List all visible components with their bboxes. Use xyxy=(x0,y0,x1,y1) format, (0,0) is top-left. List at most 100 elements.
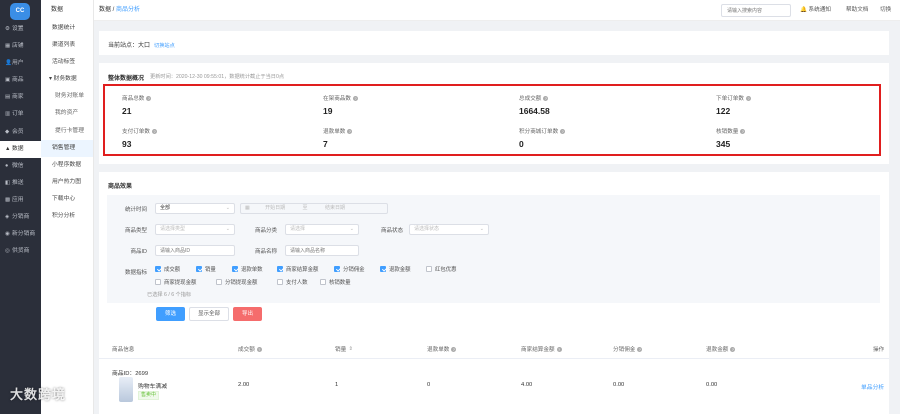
system-notice-label: 系统通知 xyxy=(808,7,831,13)
product-name[interactable]: 购物车满减 xyxy=(138,381,167,390)
nav-item-1[interactable]: ▦ 店铺 xyxy=(0,38,41,55)
help-icon[interactable]: ? xyxy=(347,129,353,135)
help-icon[interactable]: ? xyxy=(637,347,643,353)
nav-item-3[interactable]: ▣ 商品 xyxy=(0,72,41,89)
selected-metric-count: 已选择 6 / 6 个指标 xyxy=(147,292,192,298)
sub-nav-item-7[interactable]: 销售管理 xyxy=(41,139,93,157)
help-docs-link[interactable]: 帮助文档 xyxy=(846,0,868,21)
metric-label: 在架商品数? xyxy=(323,94,358,102)
nav-item-9[interactable]: ◧ 推送 xyxy=(0,175,41,192)
help-icon[interactable]: ? xyxy=(730,347,736,353)
checkbox-icon xyxy=(232,265,238,272)
date-range-picker[interactable]: ▦ 开始日期 至 结束日期 xyxy=(240,203,388,214)
checkbox-label: 退款单数 xyxy=(241,267,263,273)
product-id-input[interactable] xyxy=(155,245,235,256)
nav-item-0[interactable]: ⚙ 设置 xyxy=(0,21,41,38)
cell-refunds: 0 xyxy=(427,382,431,388)
switch-station-link[interactable]: 切换站点 xyxy=(154,43,175,49)
metric-checkbox-0[interactable]: 商家提现金额 xyxy=(155,278,196,286)
metric-6: 积分商城订单数? 0 xyxy=(519,127,566,149)
column-header-2[interactable]: 销量 ⇕ xyxy=(335,341,353,359)
nav-item-11[interactable]: ◈ 分销商 xyxy=(0,209,41,226)
switch-link[interactable]: 切换 xyxy=(880,0,891,21)
column-header-6[interactable]: 退款金额? xyxy=(706,341,736,359)
metric-checkbox-2[interactable]: 退款单数 xyxy=(232,265,263,273)
type-select-placeholder: 请选择类型 xyxy=(160,226,186,232)
nav-item-13[interactable]: ◎ 供货商 xyxy=(0,243,41,260)
metric-label-text: 总成交额 xyxy=(519,96,542,102)
help-icon[interactable]: ? xyxy=(451,347,457,353)
nav-item-10[interactable]: ▩ 应用 xyxy=(0,192,41,209)
nav-item-7[interactable]: ▲ 数据 xyxy=(0,140,41,158)
nav-item-label: 用户 xyxy=(12,60,24,67)
metric-label: 数据指标 xyxy=(124,270,147,276)
export-button[interactable]: 导出 xyxy=(233,307,262,321)
metric-checkbox-2[interactable]: 支付人数 xyxy=(277,278,308,286)
help-icon[interactable]: ? xyxy=(352,96,358,102)
nav-icon: ◈ xyxy=(5,214,10,221)
single-product-analysis-link[interactable]: 单品分析 xyxy=(861,382,884,391)
help-icon[interactable]: ? xyxy=(740,129,746,135)
sub-nav-item-3[interactable]: ▾ 财务数据 xyxy=(41,71,93,88)
sub-nav-item-5[interactable]: 我的资产 xyxy=(41,105,93,122)
column-header-5[interactable]: 分销佣金? xyxy=(613,341,643,359)
global-search-input[interactable] xyxy=(721,4,791,17)
help-icon[interactable]: ? xyxy=(256,347,262,353)
metric-checkbox-3[interactable]: 商家结算金额 xyxy=(277,265,318,273)
sub-nav-item-10[interactable]: 下载中心 xyxy=(41,191,93,208)
metric-checkbox-3[interactable]: 核销数量 xyxy=(320,278,351,286)
type-select[interactable]: 请选择类型 ⌄ xyxy=(155,224,235,235)
sub-nav-item-4[interactable]: 财务对账单 xyxy=(41,88,93,105)
help-icon[interactable]: ? xyxy=(543,96,549,102)
column-header-3[interactable]: 退款单数? xyxy=(427,341,457,359)
sub-nav-item-11[interactable]: 积分分析 xyxy=(41,208,93,225)
help-icon[interactable]: ? xyxy=(556,347,562,353)
nav-item-2[interactable]: 👤用户 xyxy=(0,55,41,72)
nav-item-4[interactable]: ▤ 商家 xyxy=(0,89,41,106)
sub-nav-item-0[interactable]: 数据统计 xyxy=(41,20,93,37)
sub-nav-item-1[interactable]: 渠道列表 xyxy=(41,37,93,54)
nav-item-12[interactable]: ◉ 新分销商 xyxy=(0,226,41,243)
nav-item-label: 设置 xyxy=(12,26,24,32)
main-nav: CC ⚙ 设置 ▦ 店铺 👤用户 ▣ 商品 ▤ 商家 ▥ 订单 ◆ 会员 ▲ 数据 ● 微信 ◧ 推送 ▩ 应用 ◈ 分销商… xyxy=(0,0,41,414)
column-header-4[interactable]: 商家结算金额? xyxy=(521,341,562,359)
top-bar: 数据 / 商品分析 🔔 系统通知 帮助文档 切换 xyxy=(94,0,900,21)
cell-sales: 1 xyxy=(335,382,339,388)
date-separator: 至 xyxy=(302,205,308,211)
metric-checkbox-5[interactable]: 退款金额 xyxy=(380,265,411,273)
product-name-input[interactable] xyxy=(285,245,359,256)
category-select[interactable]: 请选择 ⌄ xyxy=(285,224,359,235)
system-notice-link[interactable]: 🔔 系统通知 xyxy=(800,0,831,21)
status-select[interactable]: 请选择状态 ⌄ xyxy=(409,224,489,235)
sub-nav-item-8[interactable]: 小程序数据 xyxy=(41,157,93,174)
overview-updated-time: 更新时间：2020-12-30 09:55:01，数据统计截止于当日0点 xyxy=(150,74,285,80)
metric-checkbox-4[interactable]: 分销佣金 xyxy=(334,265,365,273)
metric-checkbox-6[interactable]: 红包优惠 xyxy=(426,265,457,273)
app-logo[interactable]: CC xyxy=(10,3,30,20)
checkbox-icon xyxy=(216,278,222,285)
sub-nav-item-9[interactable]: 用户热力图 xyxy=(41,174,93,191)
sub-nav-item-2[interactable]: 活动标签 xyxy=(41,54,93,71)
column-header-1[interactable]: 成交额? xyxy=(238,341,262,359)
sort-icon[interactable]: ⇕ xyxy=(348,347,353,352)
breadcrumb-root[interactable]: 数据 xyxy=(99,7,111,13)
chevron-down-icon: ⌄ xyxy=(225,205,230,211)
metric-1: 在架商品数? 19 xyxy=(323,94,358,116)
help-icon[interactable]: ? xyxy=(151,129,157,135)
time-select[interactable]: 全部 ⌄ xyxy=(155,203,235,214)
nav-item-5[interactable]: ▥ 订单 xyxy=(0,106,41,123)
column-header-7: 操作 xyxy=(873,341,884,359)
sub-nav-item-6[interactable]: 提行卡管理 xyxy=(41,123,93,140)
help-icon[interactable]: ? xyxy=(745,96,751,102)
nav-item-8[interactable]: ● 微信 xyxy=(0,158,41,175)
filter-button[interactable]: 筛选 xyxy=(156,307,185,321)
show-all-button[interactable]: 显示全部 xyxy=(189,307,229,321)
metric-value: 7 xyxy=(323,139,328,149)
nav-item-6[interactable]: ◆ 会员 xyxy=(0,124,41,141)
metric-checkbox-1[interactable]: 分销提现金额 xyxy=(216,278,257,286)
help-icon[interactable]: ? xyxy=(146,96,152,102)
metric-checkbox-0[interactable]: 成交额 xyxy=(155,265,180,273)
metric-checkbox-1[interactable]: 销量 xyxy=(196,265,216,273)
nav-item-label: 商家 xyxy=(12,94,24,101)
help-icon[interactable]: ? xyxy=(560,129,566,135)
